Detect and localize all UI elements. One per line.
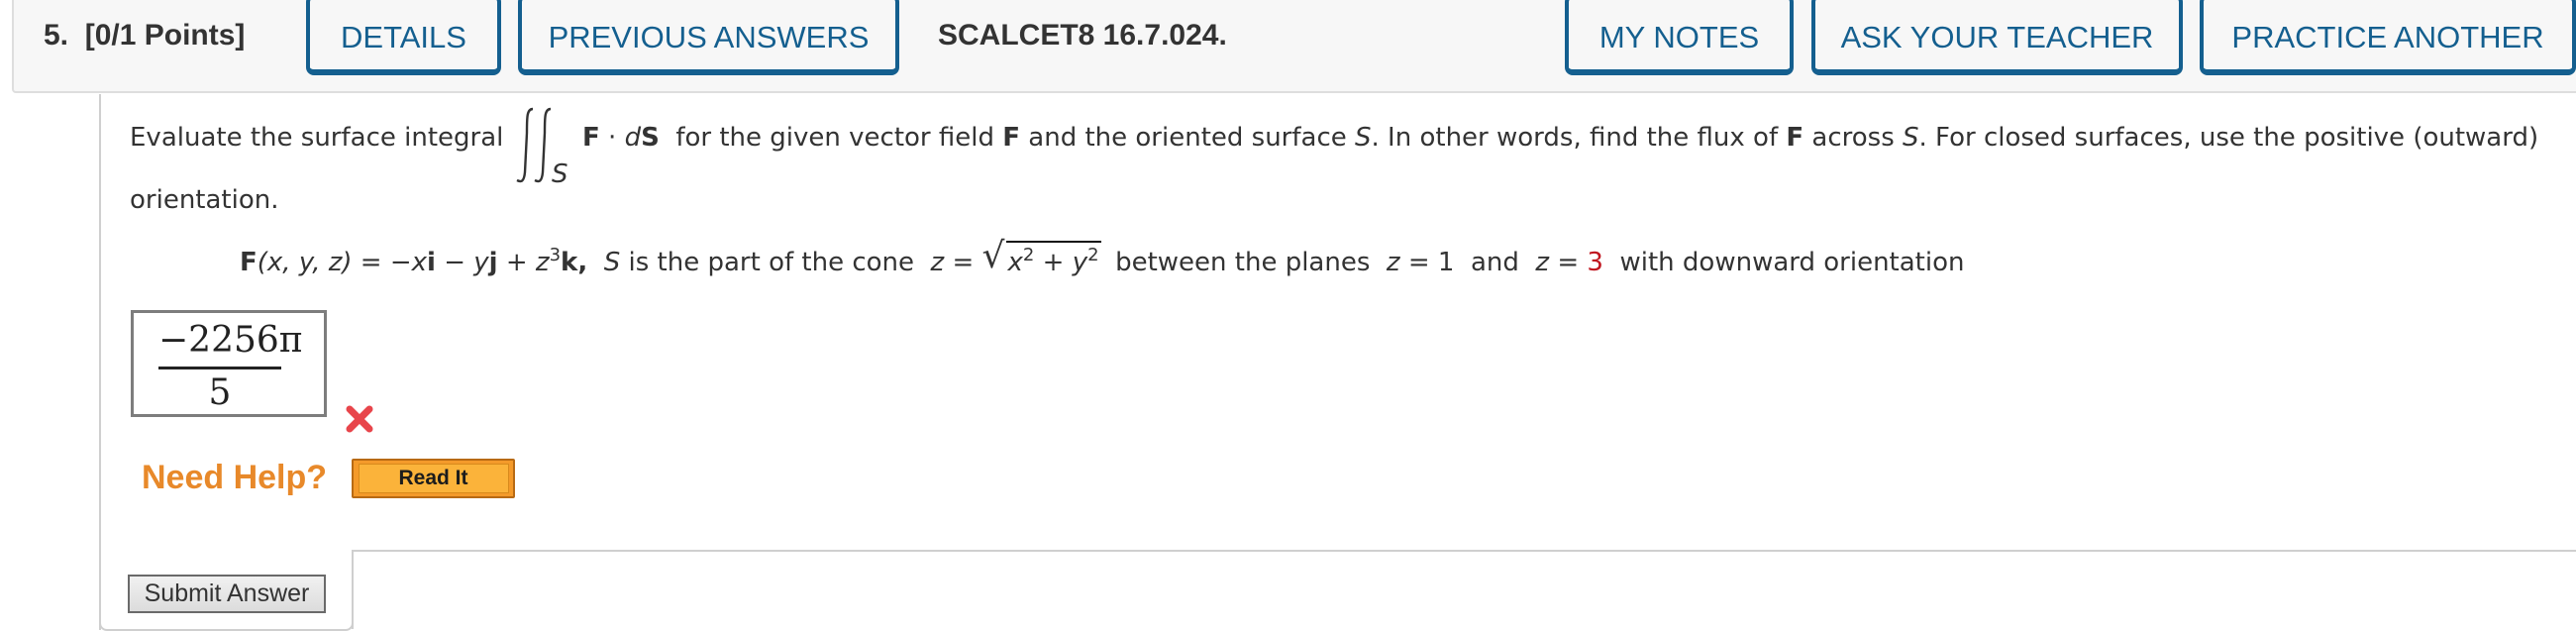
text-segment: x (1007, 248, 1023, 277)
text-segment: S (1355, 123, 1372, 153)
text-segment: . For closed surfaces, use the positive … (1918, 123, 2539, 153)
text-segment: z (1386, 248, 1400, 277)
square-root: √ x2 + y2 (982, 237, 1101, 277)
integrand-dot: · (599, 123, 625, 153)
question-points: 5. [0/1 Points] (44, 14, 245, 57)
text-segment: y (1072, 248, 1088, 277)
text-segment: between the planes (1106, 248, 1379, 277)
field-f: F (240, 248, 258, 277)
text-segment: = 1 (1399, 248, 1455, 277)
divider-line-vertical (352, 550, 354, 629)
integrand-s: S (641, 123, 660, 153)
practice-another-button[interactable]: PRACTICE ANOTHER (2200, 0, 2576, 75)
text-segment: y (473, 248, 489, 277)
text-segment: , (577, 248, 588, 277)
text-segment: − (435, 248, 474, 277)
text-segment: is the part of the cone (620, 248, 923, 277)
question-text-line1: F · dS for the given vector field F and … (582, 123, 2538, 153)
question-number: 5. (44, 19, 69, 52)
text-segment: S (1903, 123, 1919, 153)
text-segment: + (497, 248, 536, 277)
text-segment: i (427, 248, 436, 277)
details-button[interactable]: DETAILS (306, 0, 501, 75)
vector-field-definition: F(x, y, z) = −xi − yj + z3k, S is the pa… (240, 237, 1965, 278)
read-it-button[interactable]: Read It (352, 459, 515, 498)
text-segment: x (411, 248, 428, 277)
text-segment: across (1803, 123, 1904, 153)
field-args: (x, y, z) (257, 248, 353, 277)
text-segment: for the given vector field (668, 123, 1003, 153)
text-segment: = (944, 248, 982, 277)
text-segment: z (930, 248, 945, 277)
text-segment: F (1786, 123, 1804, 153)
text-segment: S (603, 248, 621, 277)
text-segment: = − (352, 248, 412, 277)
answer-fraction: −2256π 5 (158, 320, 303, 413)
ask-your-teacher-button[interactable]: ASK YOUR TEACHER (1811, 0, 2183, 75)
question-text-line2: orientation. (130, 185, 279, 215)
sqrt-icon: √ (981, 236, 1005, 276)
text-segment: F (1002, 123, 1021, 153)
divider-line (352, 550, 2576, 552)
text-segment: 2 (1087, 245, 1099, 265)
text-segment: = (1549, 248, 1588, 277)
points-score: [0/1 Points] (84, 19, 246, 52)
text-segment: z (535, 248, 550, 277)
question-text-intro: Evaluate the surface integral (130, 123, 504, 153)
integrand-f: F (582, 123, 600, 153)
double-integral-icon: S (516, 107, 568, 186)
text-segment: and (1462, 248, 1528, 277)
answer-input[interactable]: −2256π 5 (131, 310, 327, 417)
integral-subscript: S (552, 159, 568, 186)
incorrect-x-icon (346, 405, 373, 433)
sqrt-vinculum (1005, 241, 1101, 243)
integrand-d: d (624, 123, 642, 153)
need-help-label: Need Help? (142, 459, 328, 496)
question-code: SCALCET8 16.7.024. (938, 19, 1227, 52)
text-segment: 2 (1022, 245, 1035, 265)
answer-denominator: 5 (208, 372, 232, 413)
text-segment: k (561, 248, 578, 277)
text-segment: . In other words, find the flux of (1371, 123, 1787, 153)
read-it-label: Read It (358, 464, 509, 493)
fraction-bar (158, 367, 281, 369)
my-notes-button[interactable]: MY NOTES (1565, 0, 1794, 75)
text-segment: j (488, 248, 498, 277)
previous-answers-button[interactable]: PREVIOUS ANSWERS (518, 0, 899, 75)
text-segment: z (1535, 248, 1550, 277)
highlighted-value: 3 (1587, 248, 1603, 277)
text-segment: with downward orientation (1611, 248, 1965, 277)
answer-numerator: −2256π (158, 320, 303, 361)
text-segment: 3 (549, 245, 562, 265)
text-segment: + (1034, 248, 1073, 277)
text-segment: and the oriented surface (1020, 123, 1356, 153)
submit-answer-button[interactable]: Submit Answer (128, 575, 326, 613)
